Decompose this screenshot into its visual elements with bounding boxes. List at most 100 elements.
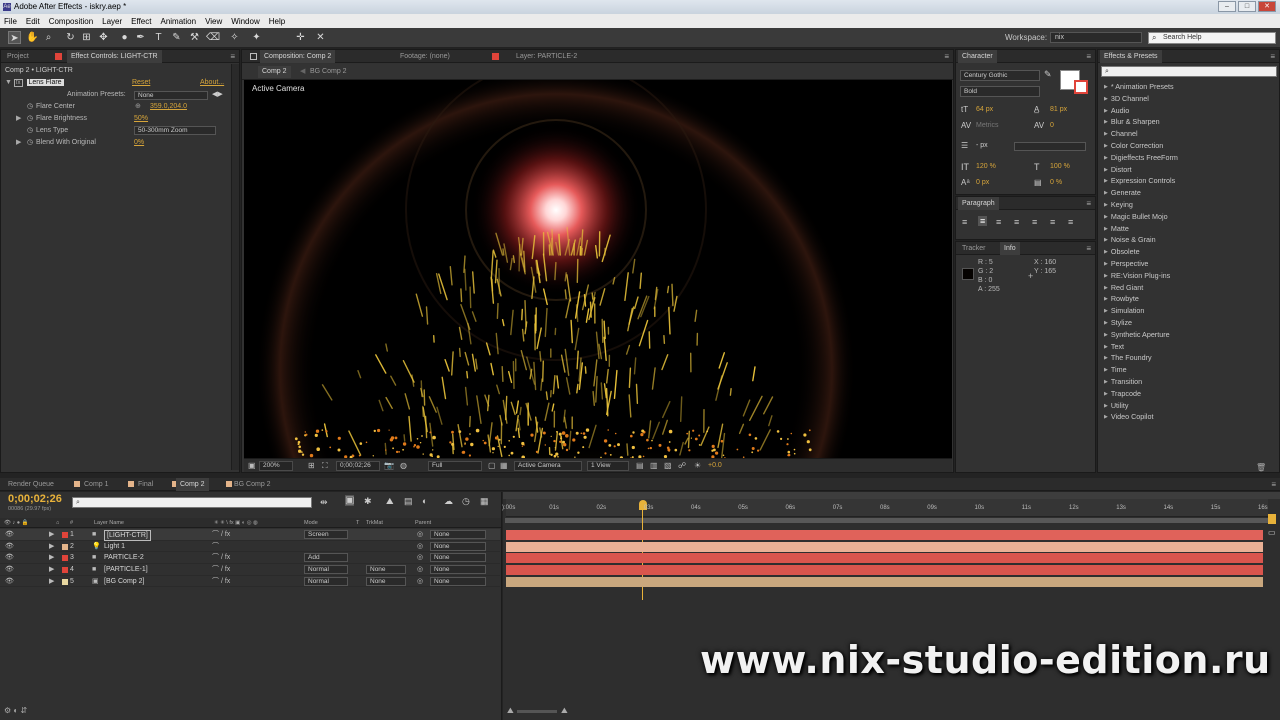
preset-prev-next-icon[interactable]: ◀▶ [212,89,223,100]
mask-tool-icon[interactable]: ● [118,31,131,44]
toggle-pixel-aspect-icon[interactable]: ▤ [636,461,644,470]
axis-mode-icon[interactable]: ✛ [294,31,307,44]
switches-icon[interactable]: ⌒ / fx [212,576,230,588]
snapshot-icon[interactable]: 📷 [384,461,394,470]
effects-category[interactable]: 3D Channel [1104,93,1149,105]
type-tool-icon[interactable]: T [152,31,165,44]
zoom-in-icon[interactable]: ⛰ [561,706,568,716]
crosshair-icon[interactable]: ⊕ [135,101,141,112]
effect-row[interactable]: ▼ fx Lens Flare [5,77,64,88]
panel-menu-icon[interactable]: ≡ [1086,52,1091,61]
hand-tool-icon[interactable]: ✋ [26,31,39,44]
composition-viewer[interactable]: Active Camera [244,80,952,458]
parent-pickwhip-icon[interactable]: ◎ [417,529,423,541]
timeline-icon[interactable]: ▧ [664,461,672,470]
tab-final[interactable]: Final [134,478,157,491]
layer-search-input[interactable]: ⌕ [72,497,312,508]
zoom-select[interactable]: 200% [259,461,293,471]
lens-type-select[interactable]: 50-300mm Zoom [134,126,216,135]
brush-tool-icon[interactable]: ✎ [170,31,183,44]
layer-row[interactable]: 👁 ▶ 2 💡 Light 1 ⌒ ◎ None [0,541,500,553]
graph-editor-icon[interactable]: ▦ [480,496,489,507]
effects-category[interactable]: Digieffects FreeForm [1104,152,1178,164]
work-area-end-handle[interactable] [1268,514,1276,524]
layer-label-color[interactable] [62,578,68,585]
switches-icon[interactable]: ⌒ / fx [212,529,230,541]
expand-arrow-icon[interactable]: ▶ [49,564,54,576]
exposure-value[interactable]: +0.0 [708,462,722,469]
zoom-out-icon[interactable]: ⛰ [507,706,514,716]
effects-category[interactable]: The Foundry [1104,352,1152,364]
tab-info[interactable]: Info [1000,242,1020,255]
eraser-tool-icon[interactable]: ⌫ [206,31,220,44]
effects-category[interactable]: Perspective [1104,258,1149,270]
show-channel-icon[interactable]: ◍ [400,461,407,470]
tab-character[interactable]: Character [958,50,997,63]
work-area-bar[interactable] [505,518,1270,523]
tab-effect-controls[interactable]: Effect Controls: LIGHT-CTR [67,50,162,63]
effects-category[interactable]: Rowbyte [1104,293,1139,305]
parent-select[interactable]: None [430,553,486,563]
effects-category[interactable]: Text [1104,341,1124,353]
region-of-interest-icon[interactable]: ▢ [488,461,496,470]
parent-pickwhip-icon[interactable]: ◎ [417,552,423,564]
col-layer-name[interactable]: Layer Name [94,518,124,528]
tracking-value[interactable]: 0 [1050,122,1054,129]
zoom-tool-icon[interactable]: ⌕ [42,31,55,44]
expand-arrow-icon[interactable]: ▶ [49,541,54,553]
switches-icon[interactable]: ⌒ / fx [212,552,230,564]
effects-category[interactable]: Audio [1104,105,1129,117]
exposure-icon[interactable]: ☀ [694,461,701,470]
nav-comp-2[interactable]: Comp 2 [258,66,291,78]
motion-blur-icon[interactable]: ◐ [422,496,427,506]
comp-button-icon[interactable]: ▭ [1268,528,1276,542]
menu-file[interactable]: File [4,17,17,26]
clone-stamp-tool-icon[interactable]: ⚒ [188,31,201,44]
effects-category[interactable]: Transition [1104,376,1142,388]
blend-mode-select[interactable]: Add [304,553,348,563]
parent-select[interactable]: None [430,565,486,575]
always-preview-icon[interactable]: ▣ [248,461,256,470]
layer-row[interactable]: 👁 ▶ 1 ■ [LIGHT-CTR] ⌒ / fx Screen ◎ None [0,529,500,541]
parent-select[interactable]: None [430,541,486,551]
justify-all-icon[interactable]: ≡ [1068,217,1073,227]
live-update-icon[interactable]: ▣ [345,495,355,506]
transparency-grid-icon[interactable]: ▦ [500,461,508,470]
blend-value[interactable]: 0% [134,137,144,148]
parent-pickwhip-icon[interactable]: ◎ [417,541,423,553]
effects-category[interactable]: Synthetic Aperture [1104,329,1170,341]
horizontal-scale-value[interactable]: 100 % [1050,163,1070,170]
layer-row[interactable]: 👁 ▶ 5 ▣ [BG Comp 2] ⌒ / fx Normal None ◎ None [0,576,500,588]
flare-center-value[interactable]: 359.0,204.0 [150,101,187,112]
align-left-icon[interactable]: ≡ [962,217,967,227]
effects-category[interactable]: Matte [1104,223,1129,235]
effects-category[interactable]: * Animation Presets [1104,81,1174,93]
hide-shy-layers-icon[interactable]: ⛰ [386,496,394,507]
justify-center-icon[interactable]: ≡ [1032,217,1037,227]
maximize-button[interactable]: □ [1238,1,1256,12]
kerning-value[interactable]: Metrics [976,122,999,129]
effects-category[interactable]: Color Correction [1104,140,1163,152]
visibility-eye-icon[interactable]: 👁 [5,552,14,564]
expand-arrow-icon[interactable]: ▶ [49,529,54,541]
effects-category[interactable]: Blur & Sharpen [1104,116,1160,128]
effects-category[interactable]: Magic Bullet Mojo [1104,211,1168,223]
parent-pickwhip-icon[interactable]: ◎ [417,564,423,576]
layer-label-color[interactable] [62,532,68,538]
flowchart-icon[interactable]: ☍ [678,461,686,470]
effects-category[interactable]: RE:Vision Plug-ins [1104,270,1170,282]
layer-duration-bar[interactable] [506,530,1263,540]
current-time-field[interactable]: 0;00;02;26 [336,461,380,471]
lock-icon[interactable] [250,53,257,60]
lock-icon[interactable] [55,53,62,60]
panel-menu-icon[interactable]: ≡ [944,52,949,61]
effects-category[interactable]: Generate [1104,187,1141,199]
effects-category[interactable]: Distort [1104,164,1132,176]
expand-arrow-icon[interactable]: ▶ [49,576,54,588]
justify-right-icon[interactable]: ≡ [1050,217,1055,227]
stopwatch-icon[interactable]: ◷ [27,101,33,112]
vertical-scale-value[interactable]: 120 % [976,163,996,170]
parent-pickwhip-icon[interactable]: ◎ [417,576,423,588]
track-matte-select[interactable]: None [366,576,406,586]
minimize-button[interactable]: – [1218,1,1236,12]
